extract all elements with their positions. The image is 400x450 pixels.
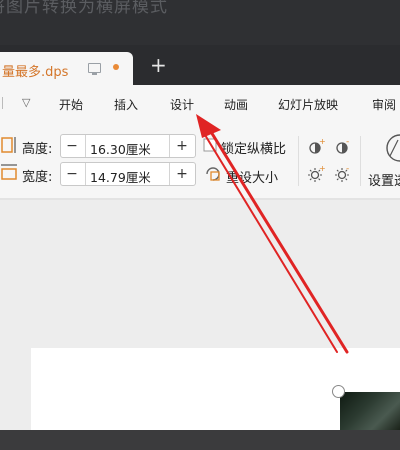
annotation-arrow (196, 114, 349, 354)
